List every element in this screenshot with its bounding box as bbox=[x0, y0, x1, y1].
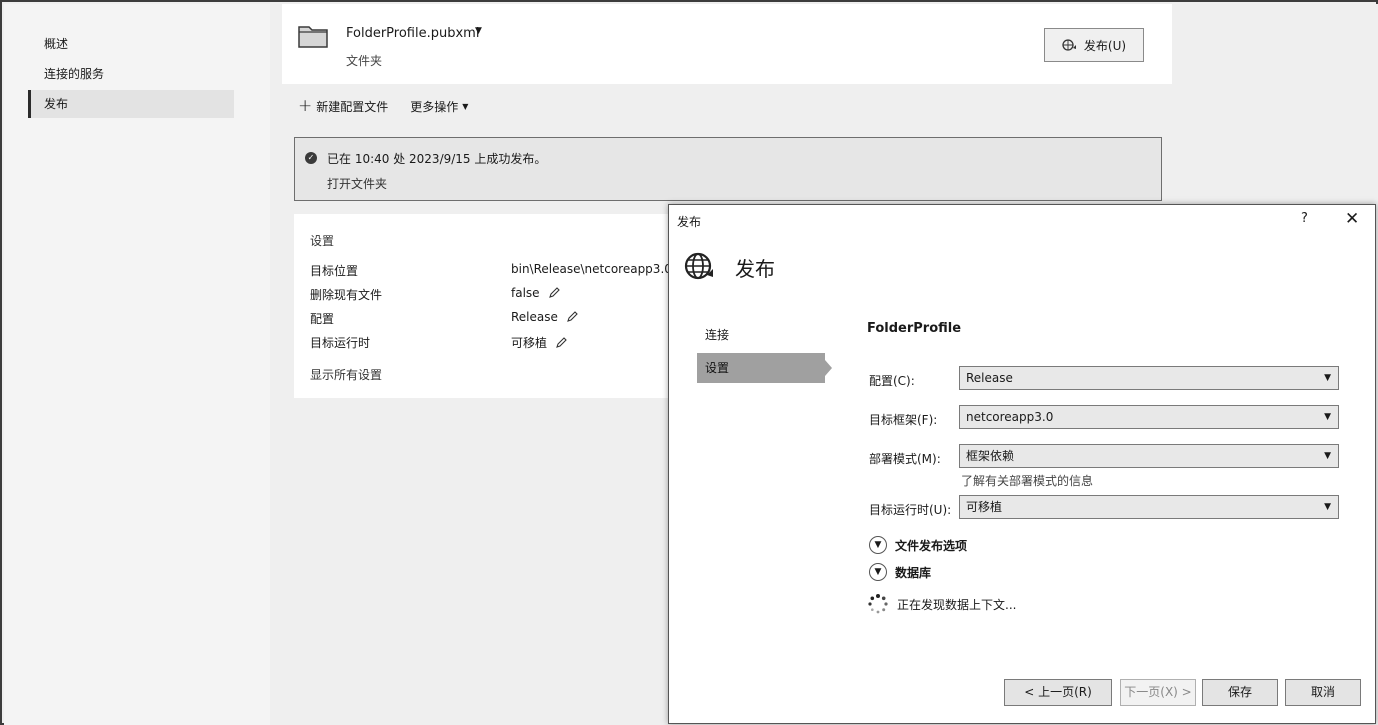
expander-label: 文件发布选项 bbox=[895, 538, 968, 553]
cancel-button[interactable]: 取消 bbox=[1285, 679, 1361, 706]
nav-item-overview[interactable]: 概述 bbox=[28, 30, 234, 58]
deployment-mode-select[interactable]: 框架依赖 ▼ bbox=[959, 444, 1339, 468]
configuration-select[interactable]: Release ▼ bbox=[959, 366, 1339, 390]
settings-heading: 设置 bbox=[310, 234, 335, 248]
target-framework-select[interactable]: netcoreapp3.0 ▼ bbox=[959, 405, 1339, 429]
setting-value-configuration: Release bbox=[511, 310, 578, 324]
pencil-icon[interactable] bbox=[548, 287, 560, 299]
target-runtime-label: 目标运行时(U): bbox=[869, 503, 952, 517]
select-value: Release bbox=[966, 371, 1013, 385]
publish-dialog: 发布 ? ✕ 发布 连接 设置 FolderProfile 配置(C): Rel… bbox=[668, 204, 1376, 724]
expander-label: 数据库 bbox=[895, 565, 932, 580]
previous-button[interactable]: < 上一页(R) bbox=[1004, 679, 1112, 706]
target-runtime-select[interactable]: 可移植 ▼ bbox=[959, 495, 1339, 519]
dialog-title: 发布 bbox=[677, 215, 702, 229]
new-profile-button[interactable]: + 新建配置文件 bbox=[298, 95, 389, 116]
deployment-mode-label: 部署模式(M): bbox=[869, 452, 941, 466]
loading-indicator: 正在发现数据上下文... bbox=[867, 593, 1016, 615]
chevron-down-icon[interactable]: ▼ bbox=[475, 26, 482, 36]
deployment-mode-info-link[interactable]: 了解有关部署模式的信息 bbox=[961, 472, 1093, 489]
globe-publish-icon bbox=[684, 252, 713, 280]
setting-value-text: false bbox=[511, 286, 540, 300]
window-frame: 概述 连接的服务 发布 FolderProfile.pubxml ▼ 文件夹 发… bbox=[0, 0, 1378, 725]
setting-label-configuration: 配置 bbox=[310, 312, 335, 326]
folder-icon bbox=[298, 26, 328, 48]
file-publish-options-expander[interactable]: ▼ 文件发布选项 bbox=[869, 536, 967, 554]
setting-label-target-runtime: 目标运行时 bbox=[310, 336, 371, 350]
chevron-down-icon: ▼ bbox=[1324, 502, 1331, 512]
nav-item-connected-services[interactable]: 连接的服务 bbox=[28, 60, 234, 88]
check-circle-icon: ✓ bbox=[305, 152, 317, 164]
loading-text: 正在发现数据上下文... bbox=[897, 597, 1017, 612]
dialog-profile-name: FolderProfile bbox=[867, 321, 962, 336]
setting-value-target-runtime: 可移植 bbox=[511, 334, 567, 351]
database-expander[interactable]: ▼ 数据库 bbox=[869, 563, 931, 581]
setting-value-text: Release bbox=[511, 310, 558, 324]
publish-success-notice: ✓ 已在 10:40 处 2023/9/15 上成功发布。 打开文件夹 bbox=[294, 137, 1162, 201]
pencil-icon[interactable] bbox=[566, 311, 578, 323]
more-actions-label: 更多操作 bbox=[410, 99, 459, 114]
select-value: 框架依赖 bbox=[966, 449, 1015, 463]
select-value: 可移植 bbox=[966, 500, 1003, 514]
target-framework-label: 目标框架(F): bbox=[869, 413, 938, 427]
notice-message: 已在 10:40 处 2023/9/15 上成功发布。 bbox=[327, 152, 547, 166]
new-profile-label: 新建配置文件 bbox=[316, 99, 389, 114]
more-actions-button[interactable]: 更多操作 ▼ bbox=[410, 98, 468, 115]
publish-button[interactable]: 发布(U) bbox=[1044, 28, 1144, 62]
profile-header-card: FolderProfile.pubxml ▼ 文件夹 发布(U) bbox=[282, 4, 1172, 84]
save-button[interactable]: 保存 bbox=[1202, 679, 1278, 706]
profile-type: 文件夹 bbox=[346, 54, 383, 68]
step-settings[interactable]: 设置 bbox=[697, 353, 832, 383]
chevron-down-icon: ▼ bbox=[1324, 373, 1331, 383]
step-connect[interactable]: 连接 bbox=[697, 320, 825, 350]
next-button[interactable]: 下一页(X) > bbox=[1120, 679, 1196, 706]
show-all-settings-link[interactable]: 显示所有设置 bbox=[310, 366, 382, 383]
setting-value-text: bin\Release\netcoreapp3.0 bbox=[511, 262, 672, 276]
plus-icon: + bbox=[298, 95, 313, 116]
setting-label-delete-existing: 删除现有文件 bbox=[310, 288, 383, 302]
chevron-down-icon: ▼ bbox=[869, 563, 887, 581]
publish-button-label: 发布(U) bbox=[1083, 38, 1127, 53]
profile-selector[interactable]: FolderProfile.pubxml bbox=[346, 26, 479, 41]
spinner-icon bbox=[868, 594, 888, 614]
left-navigation: 概述 连接的服务 发布 bbox=[4, 4, 270, 725]
chevron-down-icon: ▼ bbox=[1324, 412, 1331, 422]
configuration-label: 配置(C): bbox=[869, 374, 915, 388]
chevron-down-icon: ▼ bbox=[869, 536, 887, 554]
chevron-down-icon: ▼ bbox=[462, 101, 469, 111]
help-button[interactable]: ? bbox=[1301, 211, 1308, 226]
nav-item-publish[interactable]: 发布 bbox=[28, 90, 234, 118]
pencil-icon[interactable] bbox=[555, 336, 567, 349]
open-folder-link[interactable]: 打开文件夹 bbox=[327, 175, 387, 192]
dialog-heading: 发布 bbox=[735, 257, 775, 281]
chevron-down-icon: ▼ bbox=[1324, 451, 1331, 461]
publish-icon bbox=[1062, 39, 1076, 51]
toolbar: + 新建配置文件 更多操作 ▼ bbox=[298, 96, 468, 116]
close-button[interactable]: ✕ bbox=[1345, 209, 1359, 229]
setting-value-delete-existing: false bbox=[511, 286, 560, 300]
setting-label-target-location: 目标位置 bbox=[310, 264, 359, 278]
setting-value-text: 可移植 bbox=[511, 336, 548, 350]
select-value: netcoreapp3.0 bbox=[966, 410, 1054, 424]
setting-value-target-location: bin\Release\netcoreapp3.0 bbox=[511, 262, 672, 276]
settings-card: 设置 目标位置 bin\Release\netcoreapp3.0 删除现有文件… bbox=[294, 214, 674, 398]
